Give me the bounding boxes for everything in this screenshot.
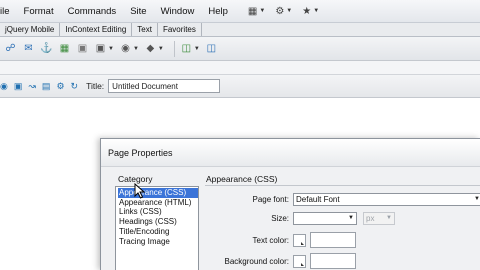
page-font-value: Default Font xyxy=(296,195,340,204)
tab-incontext-editing[interactable]: InContext Editing xyxy=(60,23,133,36)
email-link-icon[interactable]: ✉ xyxy=(22,42,35,55)
gear-icon: ⚙ xyxy=(275,5,285,17)
toolbar-divider xyxy=(173,40,175,57)
background-color-label: Background color: xyxy=(224,256,289,266)
page-properties-dialog: Page Properties Category Appearance (CSS… xyxy=(100,138,480,270)
size-select[interactable]: ▼ xyxy=(293,212,357,225)
chevron-down-icon[interactable]: ▼ xyxy=(108,46,114,52)
chevron-down-icon: ▼ xyxy=(286,8,293,14)
background-color-swatch[interactable] xyxy=(293,254,306,268)
live-view-icon[interactable]: ◉ xyxy=(0,79,8,93)
title-label: Title: xyxy=(86,81,105,91)
menu-file[interactable]: ile xyxy=(0,0,17,23)
anchor-icon[interactable]: ⚓ xyxy=(40,42,53,55)
browser-check-icon[interactable]: ⚙ xyxy=(56,79,64,93)
background-color-field[interactable] xyxy=(310,253,356,269)
library-icon[interactable]: ◫ xyxy=(205,42,218,55)
document-toolbar: ◉ ▣ ↝ ▤ ⚙ ↻ Title: xyxy=(0,75,480,98)
div-icon[interactable]: ▣ xyxy=(76,42,89,55)
template-icon[interactable]: ◫ xyxy=(180,42,193,55)
multiscreen-icon[interactable]: ▣ xyxy=(14,79,23,93)
chevron-down-icon[interactable]: ▼ xyxy=(133,46,139,52)
chevron-down-icon: ▼ xyxy=(313,8,320,14)
menu-help[interactable]: Help xyxy=(201,0,235,23)
dialog-title: Page Properties xyxy=(101,139,480,167)
category-item-title-encoding[interactable]: Title/Encoding xyxy=(118,227,198,237)
site-menu-button[interactable]: ⚙ ▼ xyxy=(270,6,297,17)
validate-icon[interactable]: ▤ xyxy=(42,79,51,93)
layout-menu-button[interactable]: ▦ ▼ xyxy=(243,6,270,17)
menu-bar: ile Format Commands Site Window Help ▦ ▼ … xyxy=(0,0,480,23)
tab-favorites[interactable]: Favorites xyxy=(158,23,202,36)
chevron-down-icon[interactable]: ▼ xyxy=(158,46,164,52)
tab-jquery-mobile[interactable]: jQuery Mobile xyxy=(0,23,61,36)
size-unit-value: px xyxy=(366,214,375,223)
refresh-icon[interactable]: ↻ xyxy=(71,79,79,93)
table-icon[interactable]: ▦ xyxy=(58,42,71,55)
chevron-down-icon: ▼ xyxy=(348,215,354,221)
text-color-swatch[interactable] xyxy=(293,233,306,247)
text-color-field[interactable] xyxy=(310,232,356,248)
chevron-down-icon: ▼ xyxy=(386,215,392,221)
menu-commands[interactable]: Commands xyxy=(61,0,124,23)
extensions-icon: ★ xyxy=(302,5,312,17)
layout-icon: ▦ xyxy=(247,5,258,17)
menu-window[interactable]: Window xyxy=(154,0,202,23)
media-icon[interactable]: ◉ xyxy=(119,42,132,55)
insert-tabs: jQuery Mobile InContext Editing Text Fav… xyxy=(0,23,480,37)
page-font-label: Page font: xyxy=(252,195,289,204)
toolbar-spacer xyxy=(0,61,480,75)
menu-site[interactable]: Site xyxy=(123,0,153,23)
insert-toolbar: ☍ ✉ ⚓ ▦ ▣ ▣ ▼ ◉ ▼ ◆ ▼ ◫ ▼ ◫ xyxy=(0,37,480,61)
text-color-row: Text color: xyxy=(205,232,356,248)
inspect-icon[interactable]: ↝ xyxy=(28,79,36,93)
pane-divider xyxy=(205,185,480,186)
category-item-appearance-html[interactable]: Appearance (HTML) xyxy=(118,198,198,208)
widget-icon[interactable]: ◆ xyxy=(144,42,157,55)
image-icon[interactable]: ▣ xyxy=(94,42,107,55)
size-row: Size: ▼ px ▼ xyxy=(205,212,395,225)
chevron-down-icon: ▼ xyxy=(474,196,480,202)
size-unit-select[interactable]: px ▼ xyxy=(363,212,395,225)
text-color-label: Text color: xyxy=(252,235,289,245)
mouse-pointer-icon xyxy=(134,183,146,199)
pane-title: Appearance (CSS) xyxy=(206,174,278,184)
page-font-select[interactable]: Default Font ▼ xyxy=(293,193,480,206)
category-list: Appearance (CSS) Appearance (HTML) Links… xyxy=(115,186,199,270)
category-item-tracing-image[interactable]: Tracing Image xyxy=(118,237,198,247)
tab-text[interactable]: Text xyxy=(132,23,158,36)
page-font-row: Page font: Default Font ▼ xyxy=(205,193,480,206)
size-label: Size: xyxy=(271,214,289,223)
hyperlink-icon[interactable]: ☍ xyxy=(4,42,17,55)
chevron-down-icon[interactable]: ▼ xyxy=(194,46,200,52)
background-color-row: Background color: xyxy=(205,253,356,269)
extensions-menu-button[interactable]: ★ ▼ xyxy=(297,6,324,17)
menu-format[interactable]: Format xyxy=(17,0,61,23)
category-item-appearance-css[interactable]: Appearance (CSS) xyxy=(118,188,198,198)
title-input[interactable] xyxy=(108,79,221,93)
category-item-headings-css[interactable]: Headings (CSS) xyxy=(118,217,198,227)
category-item-links-css[interactable]: Links (CSS) xyxy=(118,207,198,217)
chevron-down-icon: ▼ xyxy=(259,8,266,14)
